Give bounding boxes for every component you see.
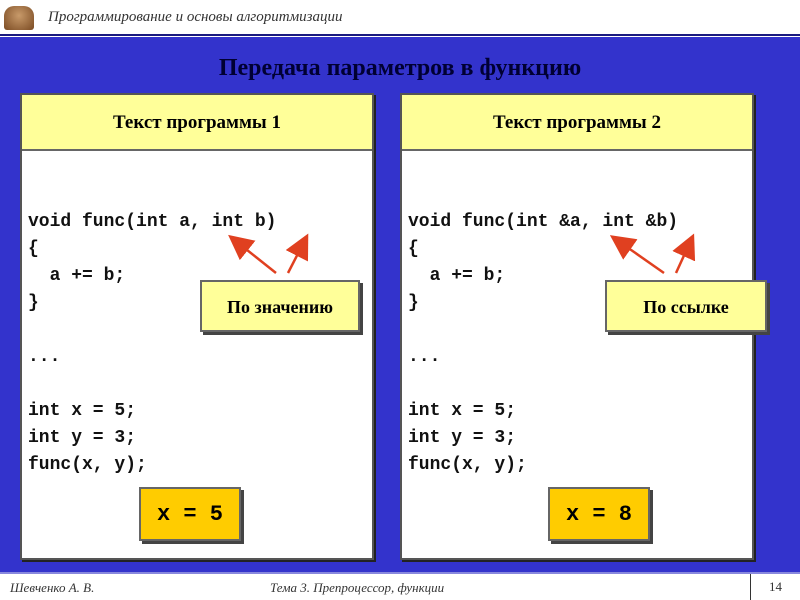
panel-heading: Текст программы 1	[22, 95, 372, 151]
slide-footer: Шевченко А. В. Тема 3. Препроцессор, фун…	[0, 572, 800, 600]
slide-title: Передача параметров в функцию	[218, 55, 582, 81]
code-block: void func(int a, int b) { a += b; } ... …	[28, 212, 277, 475]
by-reference-callout: По ссылке	[605, 280, 767, 332]
result-box: x = 5	[139, 487, 241, 541]
panel-heading: Текст программы 2	[402, 95, 752, 151]
page-number: 14	[750, 574, 800, 600]
book-stack-icon	[4, 6, 34, 30]
course-title: Программирование и основы алгоритмизации	[48, 9, 343, 25]
slide-header: Программирование и основы алгоритмизации	[0, 0, 800, 36]
topic: Тема 3. Препроцессор, функции	[270, 580, 445, 595]
code-block: void func(int &a, int &b) { a += b; } ..…	[408, 212, 679, 475]
author: Шевченко А. В.	[10, 580, 95, 595]
result-box: x = 8	[548, 487, 650, 541]
by-value-callout: По значению	[200, 280, 360, 332]
